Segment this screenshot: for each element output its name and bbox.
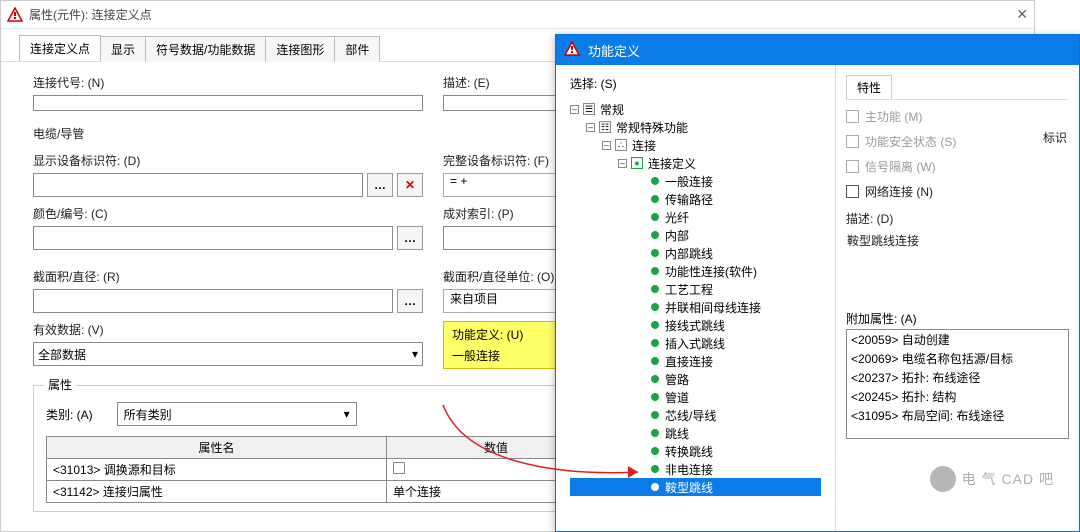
- full-dt-value: = +: [443, 173, 573, 197]
- tab-display[interactable]: 显示: [100, 36, 146, 62]
- checkbox[interactable]: [846, 135, 859, 148]
- tree-leaf[interactable]: 转换跳线: [570, 442, 821, 460]
- desc-label: 描述: (D): [846, 210, 1069, 227]
- tab-characteristics[interactable]: 特性: [846, 75, 892, 99]
- tree-leaf[interactable]: 工艺工程: [570, 280, 821, 298]
- tree-leaf[interactable]: 芯线/导线: [570, 406, 821, 424]
- valid-data-value: 全部数据: [38, 346, 86, 363]
- section-browse-button[interactable]: …: [397, 289, 423, 313]
- dropdown-icon[interactable]: ▾: [412, 347, 418, 361]
- main-fn-label: 主功能 (M): [865, 108, 922, 125]
- tree-pane: 选择: (S) –☰常规 –☷常规特殊功能 –∴连接 –●连接定义 一般连接传输…: [556, 65, 836, 531]
- tree-node-root[interactable]: –☰常规: [570, 100, 821, 118]
- tree-leaf[interactable]: 内部: [570, 226, 821, 244]
- pair-index-input[interactable]: [443, 226, 573, 250]
- app-icon: [564, 41, 582, 59]
- show-dt-label: 显示设备标识符: (D): [33, 152, 423, 169]
- tab-connection-def[interactable]: 连接定义点: [19, 35, 101, 61]
- checkbox[interactable]: [846, 185, 859, 198]
- browse-button[interactable]: …: [367, 173, 393, 197]
- section-unit-value: 来自项目: [443, 289, 573, 313]
- description-input[interactable]: [443, 95, 573, 111]
- color-browse-button[interactable]: …: [397, 226, 423, 250]
- checkbox[interactable]: [846, 160, 859, 173]
- tree-leaf[interactable]: 跳线: [570, 424, 821, 442]
- tree-leaf[interactable]: 非电连接: [570, 460, 821, 478]
- tree-leaf[interactable]: 一般连接: [570, 172, 821, 190]
- tree-leaf[interactable]: 接线式跳线: [570, 316, 821, 334]
- tab-parts[interactable]: 部件: [334, 36, 380, 62]
- clear-button[interactable]: ✕: [397, 173, 423, 197]
- connection-code-label: 连接代号: (N): [33, 74, 423, 91]
- dialog-title: 功能定义: [588, 41, 640, 60]
- show-dt-input[interactable]: [33, 173, 363, 197]
- ident-label-cut: 标识: [1043, 129, 1067, 146]
- select-label: 选择: (S): [570, 75, 821, 92]
- properties-legend: 属性: [44, 376, 76, 393]
- list-item[interactable]: <20245> 拓扑: 结构: [847, 387, 1068, 406]
- table-row[interactable]: <31142> 连接归属性单个连接: [47, 481, 606, 503]
- col-name: 属性名: [47, 437, 387, 459]
- properties-table: 属性名 数值 <31013> 调换源和目标 <31142> 连接归属性单个连接: [46, 436, 606, 503]
- function-def-highlight[interactable]: 功能定义: (U) 一般连接: [443, 321, 563, 369]
- titlebar: 属性(元件): 连接定义点 ✕: [1, 1, 1034, 29]
- tree-leaf[interactable]: 插入式跳线: [570, 334, 821, 352]
- tree-leaf[interactable]: 内部跳线: [570, 244, 821, 262]
- category-select[interactable]: 所有类别▾: [117, 402, 357, 426]
- safety-label: 功能安全状态 (S): [865, 133, 956, 150]
- function-def-value: 一般连接: [452, 347, 554, 364]
- tree-node[interactable]: –∴连接: [570, 136, 821, 154]
- tree-leaf[interactable]: 管路: [570, 370, 821, 388]
- app-icon: [7, 7, 23, 23]
- valid-data-label: 有效数据: (V): [33, 321, 423, 338]
- dropdown-icon: ▾: [344, 407, 350, 421]
- tree-leaf[interactable]: 并联相间母线连接: [570, 298, 821, 316]
- function-def-label: 功能定义: (U): [452, 326, 554, 343]
- section-input[interactable]: [33, 289, 393, 313]
- tab-conn-graphic[interactable]: 连接图形: [265, 36, 335, 62]
- tree-leaf[interactable]: 鞍型跳线: [570, 478, 821, 496]
- dialog-title: 属性(元件): 连接定义点: [29, 6, 152, 23]
- tree-leaf[interactable]: 直接连接: [570, 352, 821, 370]
- list-item[interactable]: <31095> 布局空间: 布线途径: [847, 406, 1068, 425]
- signal-label: 信号隔离 (W): [865, 158, 936, 175]
- titlebar: 功能定义: [556, 35, 1079, 65]
- section-label: 截面积/直径: (R): [33, 268, 423, 285]
- desc-value: 鞍型跳线连接: [846, 231, 1069, 250]
- function-definition-dialog: 功能定义 选择: (S) –☰常规 –☷常规特殊功能 –∴连接 –●连接定义 一…: [555, 34, 1080, 532]
- connection-code-input[interactable]: [33, 95, 423, 111]
- network-label: 网络连接 (N): [865, 183, 933, 200]
- tree-leaf[interactable]: 传输路径: [570, 190, 821, 208]
- list-item[interactable]: <20237> 拓扑: 布线途径: [847, 368, 1068, 387]
- list-item[interactable]: <20069> 电缆名称包括源/目标: [847, 349, 1068, 368]
- checkbox[interactable]: [846, 110, 859, 123]
- color-input[interactable]: [33, 226, 393, 250]
- tree-leaf[interactable]: 光纤: [570, 208, 821, 226]
- close-button[interactable]: ✕: [1016, 6, 1028, 23]
- addprop-list[interactable]: <20059> 自动创建 <20069> 电缆名称包括源/目标 <20237> …: [846, 329, 1069, 439]
- color-label: 颜色/编号: (C): [33, 205, 423, 222]
- function-tree[interactable]: –☰常规 –☷常规特殊功能 –∴连接 –●连接定义 一般连接传输路径光纤内部内部…: [570, 98, 821, 498]
- category-label: 类别: (A): [46, 406, 93, 423]
- tree-leaf[interactable]: 功能性连接(软件): [570, 262, 821, 280]
- addprop-label: 附加属性: (A): [846, 310, 1069, 327]
- tree-node[interactable]: –●连接定义: [570, 154, 821, 172]
- tree-leaf[interactable]: 管道: [570, 388, 821, 406]
- table-row[interactable]: <31013> 调换源和目标: [47, 459, 606, 481]
- watermark: 电 气 CAD 吧: [930, 466, 1054, 492]
- tab-symbol-data[interactable]: 符号数据/功能数据: [145, 36, 266, 62]
- tree-node[interactable]: –☷常规特殊功能: [570, 118, 821, 136]
- list-item[interactable]: <20059> 自动创建: [847, 330, 1068, 349]
